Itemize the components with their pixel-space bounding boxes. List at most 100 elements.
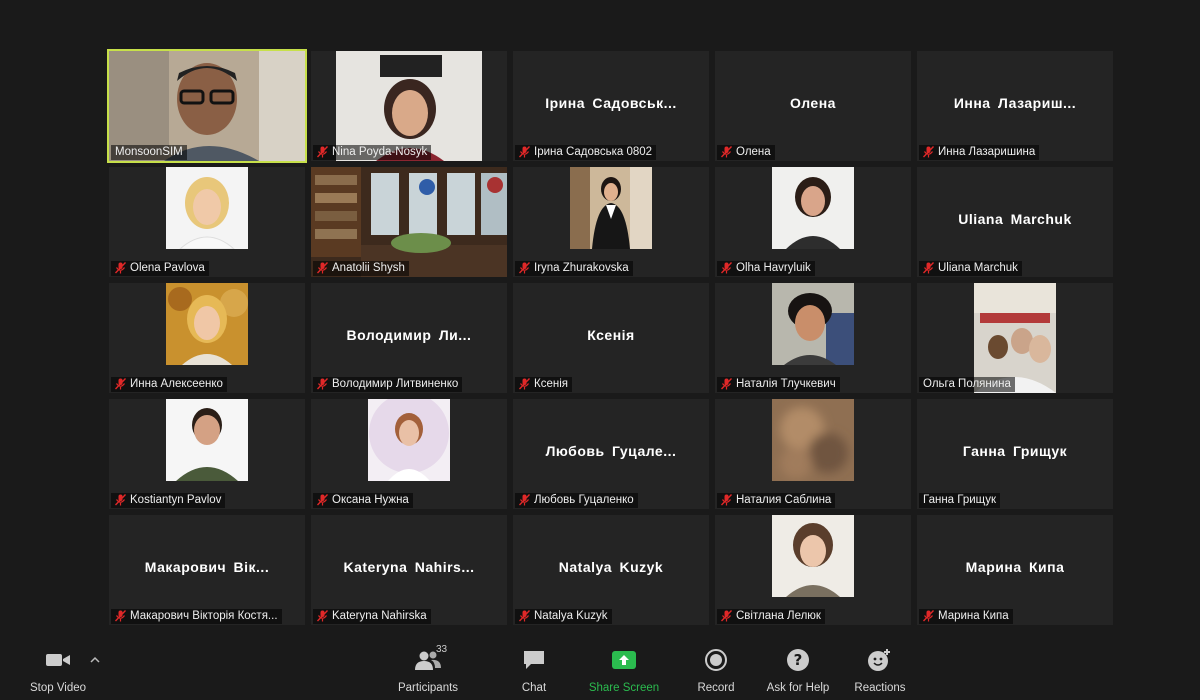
participant-tile[interactable]: Наталия Саблина [715, 399, 911, 509]
photo-blurred [772, 399, 854, 481]
participant-tile[interactable]: Инна Алексеенко [109, 283, 305, 393]
participant-name-tag: MonsoonSIM [111, 145, 187, 160]
participant-tile[interactable]: Olha Havryluik [715, 167, 911, 277]
stop-video-label: Stop Video [29, 682, 87, 694]
participant-tile[interactable]: Ганна Грищук Ганна Грищук [917, 399, 1113, 509]
chat-button[interactable]: Chat [498, 632, 570, 700]
participant-name-tag: Kostiantyn Pavlov [111, 493, 226, 508]
meeting-toolbar: Stop Video 33 Participants Chat Share Sc… [0, 632, 1200, 700]
participant-tile[interactable]: Олена Олена [715, 51, 911, 161]
participant-name: Anatolii Shysh [332, 262, 405, 274]
participant-tile[interactable]: Марина Кипа Марина Кипа [917, 515, 1113, 625]
participant-name: Ксенія [534, 378, 568, 390]
mic-muted-icon [923, 610, 934, 622]
participant-tile[interactable]: Ірина Садовськ... Ірина Садовська 0802 [513, 51, 709, 161]
mic-muted-icon [721, 494, 732, 506]
participant-tile[interactable]: Оксана Нужна [311, 399, 507, 509]
participant-tile[interactable]: Kateryna Nahirs... Kateryna Nahirska [311, 515, 507, 625]
participant-name: Оксана Нужна [332, 494, 409, 506]
stop-video-button[interactable]: Stop Video [18, 632, 98, 700]
participant-name-tag: Ганна Грищук [919, 493, 1001, 508]
participant-name-tag: Iryna Zhurakovska [515, 261, 633, 276]
mic-muted-icon [519, 378, 530, 390]
participant-display-name: Инна Лазариш... [953, 95, 1077, 111]
participants-button[interactable]: 33 Participants [388, 632, 468, 700]
participant-name: Наталія Тлучкевич [736, 378, 836, 390]
participant-name-tag: Инна Лазаришина [919, 145, 1040, 160]
participant-name: Kostiantyn Pavlov [130, 494, 222, 506]
mic-muted-icon [923, 262, 934, 274]
photo-woman-bob-hair [772, 515, 854, 597]
participant-display-name: Макарович Вік... [144, 559, 270, 575]
participant-name-tag: Оксана Нужна [313, 493, 413, 508]
smiley-plus-icon [867, 646, 893, 674]
mic-muted-icon [721, 262, 732, 274]
participant-display-name: Natalya Kuzyk [558, 559, 664, 575]
mic-muted-icon [115, 610, 126, 622]
photo-man-green-shirt [166, 399, 248, 481]
photo-woman-smiling [772, 283, 854, 365]
participant-tile[interactable]: Iryna Zhurakovska [513, 167, 709, 277]
photo-woman-blonde [166, 167, 248, 250]
participant-name-tag: Володимир Литвиненко [313, 377, 463, 392]
svg-text:?: ? [794, 651, 803, 669]
participant-tile[interactable]: Ольга Полянина [917, 283, 1113, 393]
participant-tile[interactable]: Макарович Вік... Макарович Вікторія Костя… [109, 515, 305, 625]
mic-muted-icon [721, 146, 732, 158]
participant-tile[interactable]: Инна Лазариш... Инна Лазаришина [917, 51, 1113, 161]
video-camera-icon [45, 646, 71, 674]
participant-display-name: Uliana Marchuk [958, 211, 1072, 227]
participant-tile[interactable]: Наталія Тлучкевич [715, 283, 911, 393]
mic-muted-icon [721, 378, 732, 390]
participant-tile[interactable]: Anatolii Shysh [311, 167, 507, 277]
mic-muted-icon [519, 146, 530, 158]
mic-muted-icon [115, 494, 126, 506]
participant-name-tag: Olena Pavlova [111, 261, 209, 276]
mic-muted-icon [115, 262, 126, 274]
participant-name-tag: Світлана Лелюк [717, 609, 825, 624]
share-screen-button[interactable]: Share Screen [584, 632, 664, 700]
participant-name-tag: Olha Havryluik [717, 261, 815, 276]
participant-tile[interactable]: Olena Pavlova [109, 167, 305, 277]
photo-woman-white-frame [368, 399, 450, 481]
participant-name: Світлана Лелюк [736, 610, 821, 622]
participant-tile[interactable]: Kostiantyn Pavlov [109, 399, 305, 509]
participant-name: Natalya Kuzyk [534, 610, 608, 622]
mic-muted-icon [519, 262, 530, 274]
video-grid: MonsoonSIM Nina Poyda-Nosyk Ірина Садовськ… [107, 49, 1115, 629]
chevron-up-icon[interactable] [90, 656, 100, 664]
participant-tile[interactable]: Світлана Лелюк [715, 515, 911, 625]
participant-name: Марина Кипа [938, 610, 1009, 622]
participant-name-tag: Nina Poyda-Nosyk [313, 145, 432, 160]
participant-name: MonsoonSIM [115, 146, 183, 158]
participant-tile[interactable]: Uliana Marchuk Uliana Marchuk [917, 167, 1113, 277]
record-label: Record [697, 682, 735, 694]
participant-tile[interactable]: Natalya Kuzyk Natalya Kuzyk [513, 515, 709, 625]
record-button[interactable]: Record [680, 632, 752, 700]
reactions-button[interactable]: Reactions [842, 632, 918, 700]
participant-name-tag: Олена [717, 145, 775, 160]
participant-tile[interactable]: Nina Poyda-Nosyk [311, 51, 507, 161]
participant-name: Макарович Вікторія Костя... [130, 610, 278, 622]
participant-name-tag: Макарович Вікторія Костя... [111, 609, 282, 624]
participant-tile[interactable]: Любовь Гуцале... Любовь Гуцаленко [513, 399, 709, 509]
photo-woman-autumn [166, 283, 248, 365]
participant-tile[interactable]: Володимир Ли... Володимир Литвиненко [311, 283, 507, 393]
participant-name: Iryna Zhurakovska [534, 262, 629, 274]
participant-display-name: Ірина Садовськ... [545, 95, 677, 111]
participant-tile[interactable]: MonsoonSIM [107, 49, 307, 163]
participant-tile[interactable]: Ксенія Ксенія [513, 283, 709, 393]
ask-for-help-button[interactable]: ? Ask for Help [758, 632, 838, 700]
participant-name-tag: Наталия Саблина [717, 493, 836, 508]
record-icon [704, 646, 728, 674]
participant-name: Любовь Гуцаленко [534, 494, 634, 506]
mic-muted-icon [317, 146, 328, 158]
participants-count: 33 [436, 644, 448, 655]
participant-name-tag: Любовь Гуцаленко [515, 493, 638, 508]
participant-name: Ірина Садовська 0802 [534, 146, 653, 158]
participant-name: Kateryna Nahirska [332, 610, 427, 622]
participant-display-name: Володимир Ли... [346, 327, 472, 343]
photo-woman-short-hair [772, 167, 854, 249]
participant-display-name: Kateryna Nahirs... [343, 559, 475, 575]
participant-name-tag: Марина Кипа [919, 609, 1013, 624]
